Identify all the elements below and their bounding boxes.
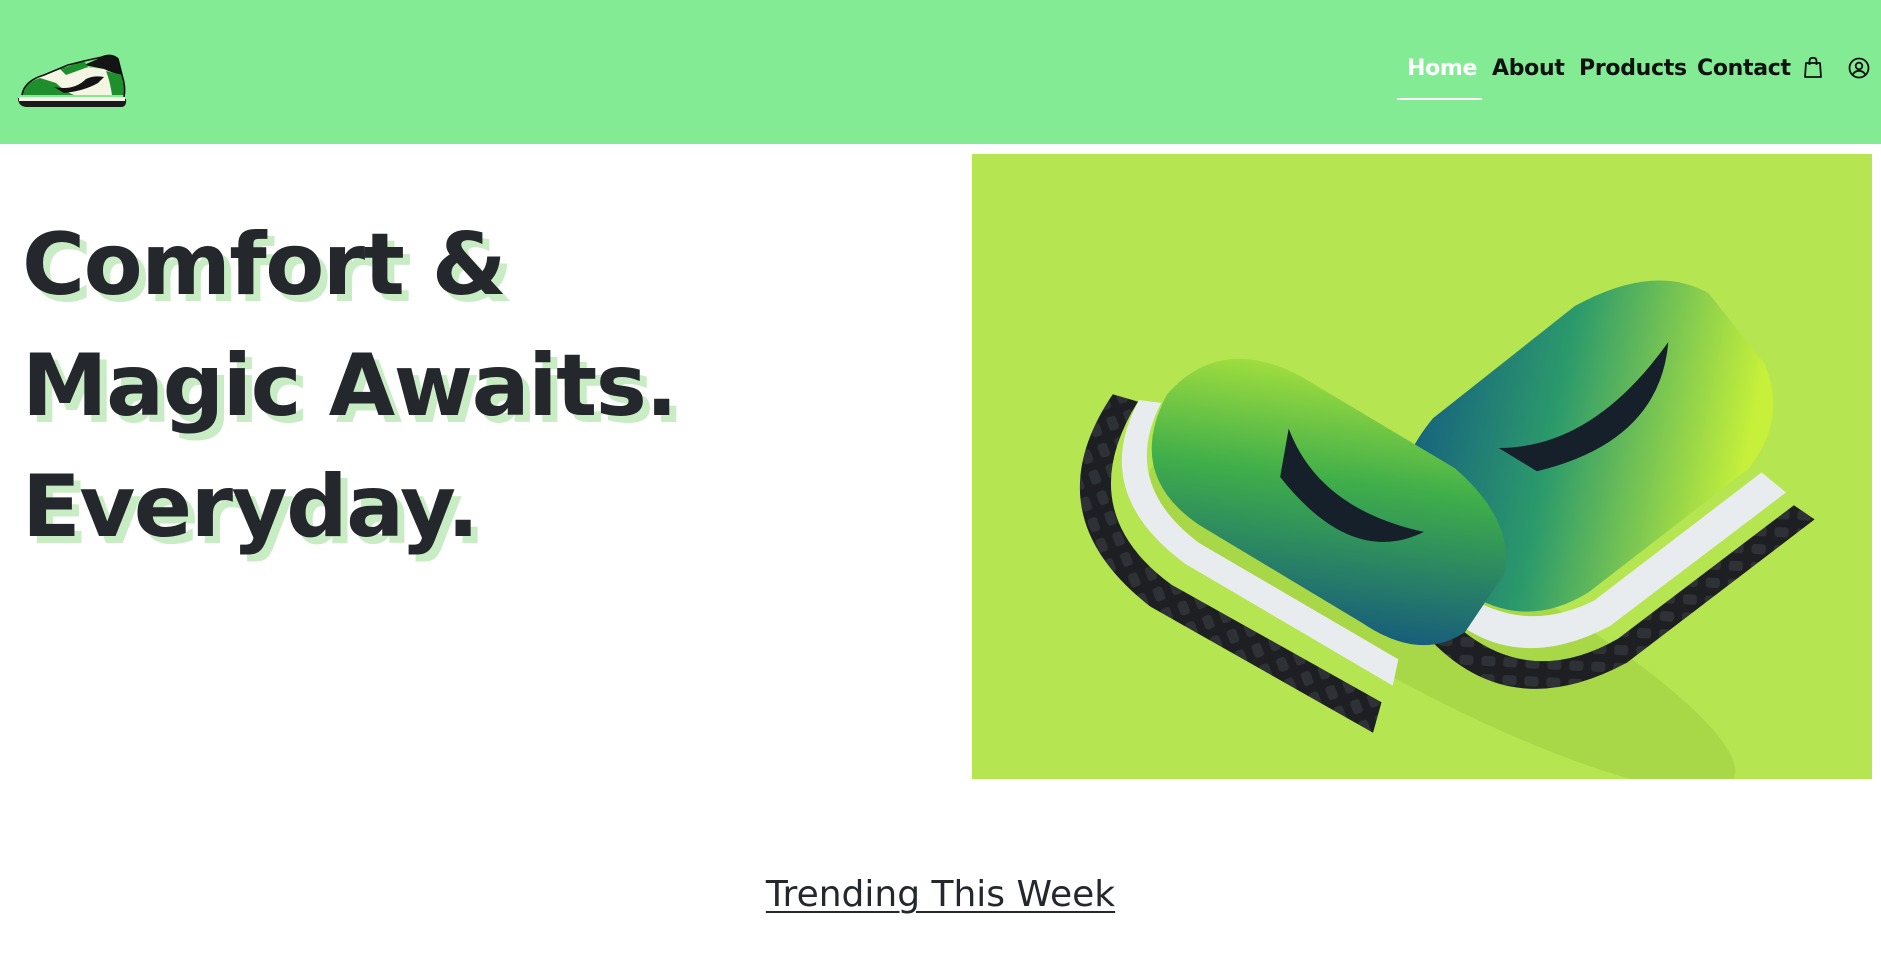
user-account-icon (1848, 57, 1870, 79)
active-nav-indicator (1397, 98, 1482, 100)
hero-line: Everyday. (22, 457, 479, 557)
account-button[interactable] (1847, 56, 1871, 82)
sneakers-photo (1079, 280, 1815, 779)
hero-line: Comfort & (22, 215, 507, 315)
trending-heading: Trending This Week (765, 874, 1116, 915)
nav-link-products[interactable]: Products (1579, 54, 1687, 84)
nav-link-home[interactable]: Home (1407, 54, 1477, 84)
hero-image (972, 154, 1872, 779)
hero-headline: Comfort & Magic Awaits. Everyday. (22, 205, 678, 568)
hero-line: Magic Awaits. (22, 336, 678, 436)
site-header: Home About Products Contact (0, 0, 1881, 144)
nav-link-about[interactable]: About (1492, 54, 1565, 84)
cart-button[interactable] (1803, 56, 1827, 82)
main-nav: Home About Products Contact (0, 0, 1881, 144)
nav-link-contact[interactable]: Contact (1697, 54, 1791, 84)
shopping-bag-icon (1804, 56, 1822, 78)
